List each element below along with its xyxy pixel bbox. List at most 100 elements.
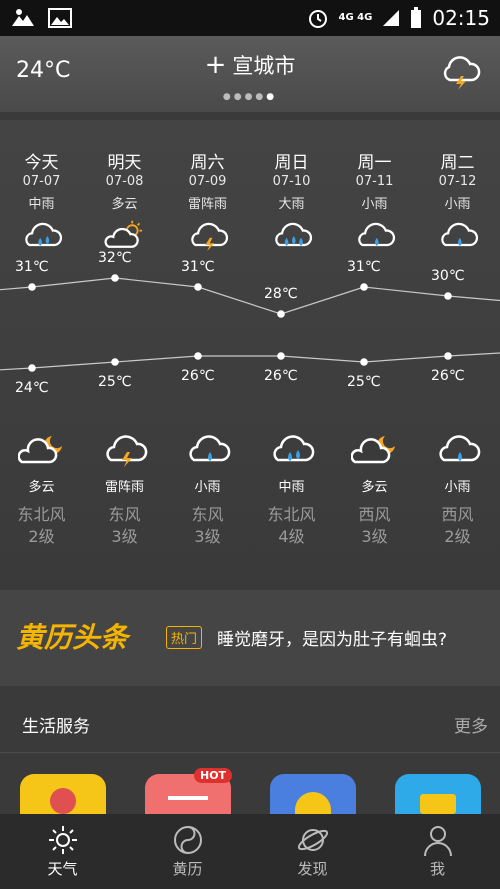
date-label: 07-07 (22, 174, 61, 189)
cloud-moon-icon (17, 436, 62, 464)
wind-info: 西风 2级 (441, 505, 474, 546)
high-temp-point (444, 292, 452, 300)
date-label: 07-10 (272, 174, 311, 189)
forecast-panel: 今天 07-07 中雨 多云 东北风 2级 明天 07-08 多云 雷阵雨 东风 3级… (0, 120, 500, 576)
day-condition: 中雨 (28, 197, 55, 212)
almanac-logo: 黄历头条 (16, 621, 129, 654)
header: 24°C + 宣城市 ●●●●● (0, 36, 500, 112)
low-temp-line (0, 352, 500, 371)
rain-cloud-icon (272, 435, 314, 462)
high-temp-line (0, 277, 500, 315)
date-label: 07-11 (355, 174, 394, 189)
date-label: 07-08 (105, 174, 144, 189)
cloud-sun-icon (104, 220, 142, 248)
battery-icon (411, 7, 422, 28)
status-bar: 4G 4G 02:15 (0, 0, 500, 36)
low-temp-label: 26℃ (431, 368, 465, 384)
high-temp-label: 31℃ (347, 259, 381, 275)
light-rain-icon (188, 435, 230, 462)
date-label: 07-09 (188, 174, 227, 189)
add-city-icon[interactable]: + (205, 50, 227, 80)
high-temp-point (111, 274, 119, 282)
day-label: 周日 (274, 153, 309, 173)
day-label: 明天 (107, 153, 142, 173)
low-temp-point (360, 358, 368, 366)
day-condition: 小雨 (361, 197, 388, 212)
low-temp-point (277, 352, 285, 360)
date-label: 07-12 (438, 174, 477, 189)
day-condition: 小雨 (444, 197, 471, 212)
night-condition: 小雨 (194, 480, 221, 495)
day-label: 周一 (357, 153, 392, 173)
tab-weather[interactable]: 天气 (0, 814, 125, 889)
high-temp-point (194, 283, 202, 291)
rain-cloud-icon (24, 222, 62, 247)
almanac-banner[interactable]: 黄历头条 热门 睡觉磨牙，是因为肚子有蛔虫? (0, 590, 500, 686)
low-temp-point (28, 364, 36, 372)
tab-me[interactable]: 我 (375, 814, 500, 889)
service-app-map[interactable] (20, 774, 106, 814)
night-condition: 雷阵雨 (104, 480, 144, 495)
services-title: 生活服务 (22, 717, 90, 737)
wind-info: 东风 3级 (191, 505, 224, 546)
day-label: 周二 (440, 153, 475, 173)
high-temp-point (360, 283, 368, 291)
thunder-cloud-icon (190, 222, 228, 252)
light-rain-icon (440, 222, 478, 247)
service-app-android[interactable] (270, 774, 356, 814)
high-temp-point (28, 283, 36, 291)
day-condition: 大雨 (278, 197, 305, 212)
thunder-cloud-icon[interactable] (440, 54, 482, 90)
high-temp-point (277, 310, 285, 318)
low-temp-label: 25℃ (347, 374, 381, 390)
wind-info: 东风 3级 (108, 505, 141, 546)
clock: 02:15 (432, 6, 490, 30)
low-temp-point (444, 352, 452, 360)
thunder-cloud-icon (105, 435, 147, 467)
high-temp-label: 30℃ (431, 268, 465, 284)
sun-icon (48, 826, 77, 854)
high-temp-label: 31℃ (15, 259, 49, 275)
tab-almanac[interactable]: 黄历 (125, 814, 250, 889)
low-temp-label: 24℃ (15, 380, 49, 396)
city-selector[interactable]: + 宣城市 (0, 50, 500, 80)
day-condition: 多云 (111, 197, 138, 212)
high-temp-label: 31℃ (181, 259, 215, 275)
page-indicator: ●●●●● (222, 92, 278, 102)
network-indicator: 4G 4G (338, 12, 373, 23)
low-temp-label: 25℃ (98, 374, 132, 390)
day-condition: 雷阵雨 (187, 197, 227, 212)
heavy-rain-icon (274, 222, 312, 247)
divider (0, 752, 500, 753)
light-rain-icon (357, 222, 395, 247)
wind-info: 东北风 2级 (17, 505, 66, 546)
service-app-bag[interactable] (395, 774, 481, 814)
low-temp-point (111, 358, 119, 366)
night-condition: 多云 (28, 480, 55, 495)
hot-badge: 热门 (166, 626, 203, 649)
person-icon (423, 826, 452, 857)
low-temp-point (194, 352, 202, 360)
night-condition: 小雨 (444, 480, 471, 495)
wind-info: 西风 3级 (358, 505, 391, 546)
signal-icon (383, 10, 400, 26)
high-temp-label: 32℃ (98, 250, 132, 266)
weather-notification-icon (12, 9, 34, 26)
night-condition: 中雨 (278, 480, 305, 495)
bottom-tab-bar: 天气 黄历 发现 我 (0, 814, 500, 889)
gallery-icon (48, 8, 72, 28)
alarm-icon (308, 10, 327, 28)
day-label: 今天 (24, 153, 59, 173)
tab-discover[interactable]: 发现 (250, 814, 375, 889)
night-condition: 多云 (361, 480, 388, 495)
low-temp-label: 26℃ (264, 368, 298, 384)
light-rain-icon (438, 435, 480, 462)
wind-info: 东北风 4级 (267, 505, 316, 546)
city-name: 宣城市 (232, 54, 296, 78)
headline-text[interactable]: 睡觉磨牙，是因为肚子有蛔虫? (217, 625, 447, 650)
hot-tag: HOT (194, 768, 233, 783)
more-link[interactable]: 更多 (454, 712, 488, 737)
life-services: 生活服务 更多 HOT (0, 696, 500, 816)
cloud-moon-icon (350, 436, 395, 464)
low-temp-label: 26℃ (181, 368, 215, 384)
